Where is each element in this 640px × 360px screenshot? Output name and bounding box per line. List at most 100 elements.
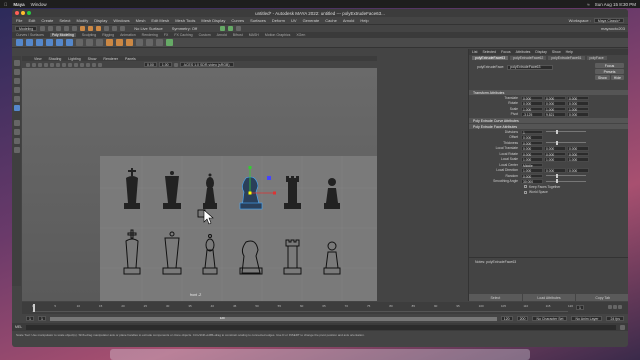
no-live-surface[interactable]: No Live Surface [134, 26, 162, 31]
shelf-tab-bifrost[interactable]: Bifrost [233, 33, 243, 37]
checkbox-world-space[interactable]: World Space [469, 190, 628, 196]
menu-mesh-display[interactable]: Mesh Display [201, 18, 225, 23]
save-scene-icon[interactable] [56, 26, 62, 31]
shelf-tab-animation[interactable]: Animation [120, 33, 136, 37]
multi-cut-icon[interactable] [136, 39, 143, 46]
time-slider[interactable]: 1510152025303540455055606570758085909510… [22, 302, 628, 314]
viewport-menu-renderer[interactable]: Renderer [103, 57, 118, 61]
select-button[interactable]: Select [469, 294, 522, 301]
attr-value-field[interactable]: 0.000 [544, 151, 566, 157]
far-clip-field[interactable]: 1.00 [158, 62, 172, 67]
attr-value-field[interactable]: 30.000 [521, 179, 543, 184]
menu-set-select[interactable]: Modeling [15, 26, 38, 31]
attr-slider[interactable] [546, 173, 586, 178]
attr-value-field[interactable]: 0.000 [567, 168, 589, 173]
ae-menu-focus[interactable]: Focus [501, 50, 511, 54]
node-tab[interactable]: polyFace [586, 56, 607, 60]
shelf-tab-sculpting[interactable]: Sculpting [82, 33, 96, 37]
menu-cache[interactable]: Cache [325, 18, 337, 23]
ae-menu-help[interactable]: Help [566, 50, 573, 54]
four-view-icon[interactable] [13, 129, 20, 135]
menu-uv[interactable]: UV [291, 18, 297, 23]
color-management-icon[interactable] [173, 62, 178, 67]
attr-value-field[interactable]: 9.821 [544, 112, 566, 117]
checkbox-box[interactable] [524, 185, 527, 189]
render-settings-icon[interactable] [236, 26, 242, 31]
poly-sphere-icon[interactable] [16, 39, 23, 46]
uv-editor-icon[interactable] [166, 39, 173, 46]
bookmark-icon[interactable] [38, 62, 42, 67]
open-scene-icon[interactable] [48, 26, 54, 31]
hide-button[interactable]: Hide [610, 75, 624, 80]
camera-attributes-icon[interactable] [32, 62, 36, 67]
select-object-icon[interactable] [88, 26, 94, 31]
attr-value-field[interactable]: 0.000 [544, 95, 566, 101]
menu-curves[interactable]: Curves [231, 18, 244, 23]
attr-value-field[interactable]: 0.000 [521, 146, 543, 151]
poly-cone-icon[interactable] [46, 39, 53, 46]
menu-edit[interactable]: Edit [28, 18, 35, 23]
poly-cube-icon[interactable] [26, 39, 33, 46]
viewport-menu-lighting[interactable]: Lighting [68, 57, 80, 61]
attr-value-field[interactable]: 0.000 [521, 151, 543, 157]
resolution-gate-icon[interactable] [62, 62, 66, 67]
select-hierarchy-icon[interactable] [80, 26, 86, 31]
ae-menu-list[interactable]: List [472, 50, 477, 54]
attr-value-field[interactable]: 0.000 [567, 112, 589, 117]
viewport-menu-view[interactable]: View [34, 57, 42, 61]
slider-handle[interactable] [556, 129, 558, 134]
shelf-tab-mash[interactable]: MASH [249, 33, 259, 37]
chess-scene[interactable] [22, 68, 377, 301]
redo-icon[interactable] [72, 26, 78, 31]
slider-handle[interactable] [556, 140, 558, 145]
shelf-tab-poly-modeling[interactable]: Poly Modeling [49, 33, 76, 37]
zoom-window-button[interactable] [27, 11, 31, 15]
menu-surfaces[interactable]: Surfaces [250, 18, 266, 23]
paint-select-icon[interactable] [13, 78, 20, 84]
attr-value-field[interactable]: 1.000 [567, 157, 589, 162]
target-weld-icon[interactable] [156, 39, 163, 46]
node-tab[interactable]: polyExtrudeFace61 [548, 56, 585, 60]
shelf-tab-fx-caching[interactable]: FX Caching [174, 33, 192, 37]
menu-windows[interactable]: Windows [113, 18, 129, 23]
play-back-icon[interactable] [608, 305, 612, 309]
attr-value-field[interactable]: 0.000 [567, 151, 589, 157]
extrude-curve-header[interactable]: Poly Extrude Curve Attributes [469, 118, 628, 123]
attr-slider[interactable] [546, 129, 586, 134]
symmetry-setting[interactable]: Symmetry: Off [172, 26, 197, 31]
smooth-shade-icon[interactable] [74, 62, 78, 67]
image-plane-icon[interactable] [44, 62, 48, 67]
load-attributes-button[interactable]: Load Attributes [522, 294, 576, 301]
presets-button[interactable]: Presets [595, 69, 624, 74]
window-menu[interactable]: Window [31, 2, 47, 7]
playback-end-field[interactable]: 120 [500, 316, 513, 321]
rotate-tool-icon[interactable] [13, 96, 20, 102]
attr-value-field[interactable]: -3.125 [521, 112, 543, 117]
attr-value-field[interactable]: 1.000 [521, 106, 543, 112]
render-icon[interactable] [220, 26, 226, 31]
playback-start-field[interactable]: 1 [37, 316, 46, 321]
current-frame-field[interactable]: 1 [576, 305, 584, 310]
attr-value-field[interactable]: 0.000 [521, 140, 543, 146]
shelf-tab-motion-graphics[interactable]: Motion Graphics [265, 33, 290, 37]
menu-arnold[interactable]: Arnold [343, 18, 355, 23]
attr-value-field[interactable]: 1 [521, 129, 543, 135]
attr-value-field[interactable]: 0.000 [567, 101, 589, 106]
attr-value-field[interactable]: 1.000 [544, 157, 566, 162]
viewport-menu-show[interactable]: Show [88, 57, 97, 61]
character-set-select[interactable]: No Character Set [532, 316, 568, 321]
attr-slider[interactable] [546, 140, 586, 145]
move-tool-icon[interactable] [13, 87, 20, 93]
undo-icon[interactable] [64, 26, 70, 31]
attr-value-field[interactable]: 0.000 [567, 95, 589, 101]
poly-plane-icon[interactable] [66, 39, 73, 46]
copy-tab-button[interactable]: Copy Tab [576, 294, 628, 301]
shadows-icon[interactable] [92, 62, 96, 67]
lasso-tool-icon[interactable] [13, 69, 20, 75]
menu-deform[interactable]: Deform [272, 18, 285, 23]
menu-generate[interactable]: Generate [303, 18, 320, 23]
insert-edge-loop-icon[interactable] [146, 39, 153, 46]
attr-value-field[interactable]: 1.000 [521, 157, 543, 162]
textured-icon[interactable] [80, 62, 84, 67]
select-tool-icon[interactable] [13, 60, 20, 66]
